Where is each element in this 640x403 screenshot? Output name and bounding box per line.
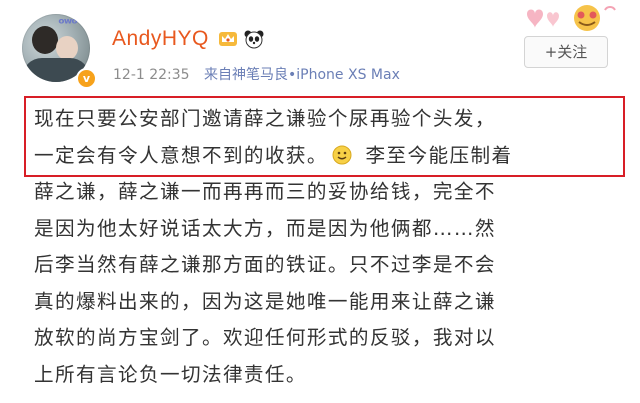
avatar-figure-child — [56, 36, 78, 60]
post-meta: 12-1 22:35 来自神笔马良•iPhone XS Max — [113, 64, 400, 84]
post-line-3: 薛之谦，薛之谦一而再再而三的妥协给钱，完全不 — [34, 180, 496, 203]
follow-button-label: +关注 — [544, 43, 588, 61]
panda-icon — [243, 29, 265, 49]
crown-icon — [217, 29, 239, 49]
avatar-figure-adult — [32, 26, 58, 54]
post-header: ᵒʷᵒ v AndyHYQ 12-1 22:35 来自神笔马良•iPhone X… — [0, 0, 640, 90]
post-line-7: 放软的尚方宝剑了。欢迎任何形式的反驳，我对以 — [34, 326, 496, 349]
username[interactable]: AndyHYQ — [112, 27, 209, 51]
post-source[interactable]: 来自神笔马良•iPhone XS Max — [204, 67, 400, 83]
post-line-2: 一定会有令人意想不到的收获。 李至今能压制着 — [34, 138, 630, 175]
follow-button[interactable]: +关注 — [524, 36, 608, 68]
avatar-doodle: ᵒʷᵒ — [58, 16, 78, 32]
post-line-2-tail: 李至今能压制着 — [357, 143, 513, 167]
post-line-1: 现在只要公安部门邀请薛之谦验个尿再验个头发， — [34, 107, 496, 130]
username-row: AndyHYQ — [112, 26, 265, 52]
post-line-5: 后李当然有薛之谦那方面的铁证。只不过李是不会 — [34, 253, 496, 276]
verified-icon: v — [76, 68, 97, 89]
post-line-8: 上所有言论负一切法律责任。 — [34, 362, 307, 386]
post-time: 12-1 22:35 — [113, 67, 190, 83]
post-line-2-text: 一定会有令人意想不到的收获。 — [34, 143, 328, 167]
post-body: 现在只要公安部门邀请薛之谦验个尿再验个头发， 一定会有令人意想不到的收获。 李至… — [34, 101, 630, 393]
post-line-4: 是因为他太好说话太大方，而是因为他俩都……然 — [34, 216, 496, 240]
weibo-post: ᵒʷᵒ v AndyHYQ 12-1 22:35 来自神笔马良•iPhone X… — [0, 0, 640, 403]
smiley-icon — [332, 141, 352, 164]
post-line-6: 真的爆料出来的，因为这是她唯一能用来让薛之谦 — [34, 289, 496, 313]
